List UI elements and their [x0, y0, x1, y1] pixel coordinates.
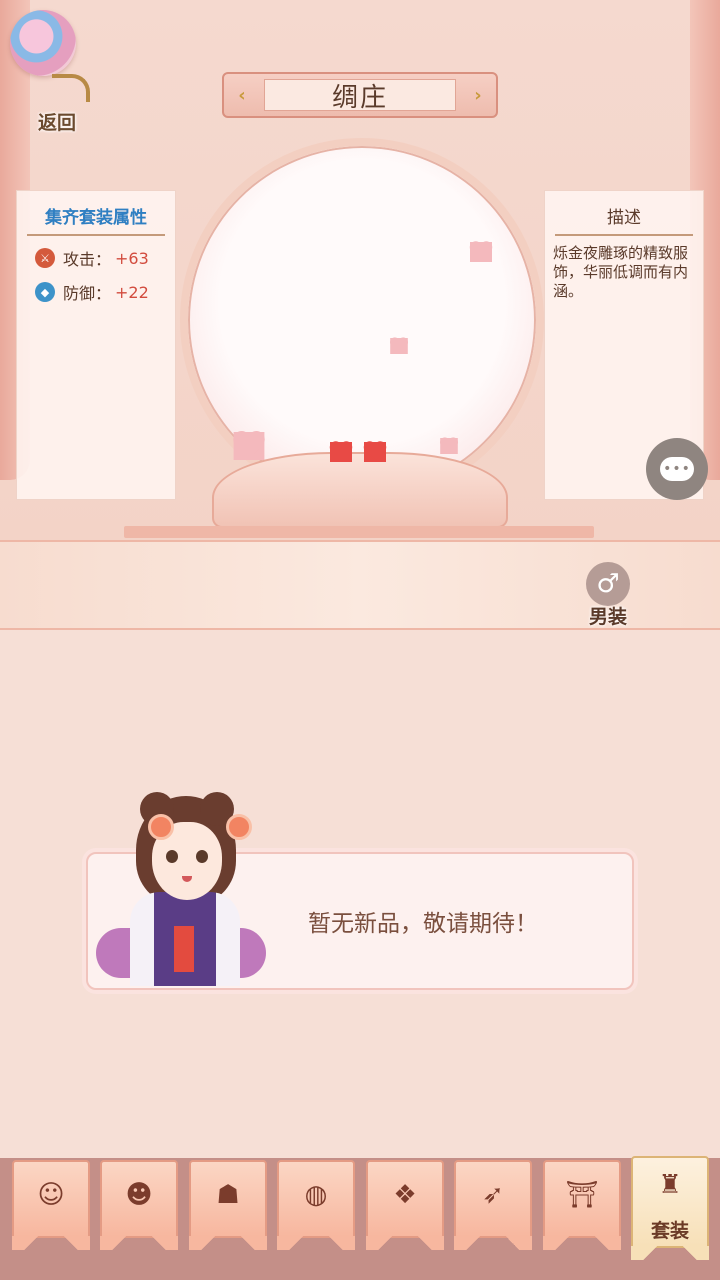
back-arrow-icon [52, 74, 90, 102]
chat-button[interactable]: ••• [646, 438, 708, 500]
attack-icon: ⚔ [35, 248, 55, 268]
tab-hairstyle[interactable]: ☺ [12, 1160, 90, 1250]
tab-earring[interactable]: ❖ [366, 1160, 444, 1250]
heart-decoration-icon [233, 432, 265, 460]
title-banner: ‹ 绸庄 › [222, 72, 498, 118]
male-outfit-label: 男装 [588, 606, 627, 628]
attack-label: 攻击： [63, 250, 112, 269]
description-title: 描述 [555, 203, 693, 236]
back-button[interactable]: 返回 [8, 10, 92, 134]
set-attributes-panel: 集齐套装属性 ⚔ 攻击： +63 ◆ 防御： +22 [16, 190, 176, 500]
clothing-icon: ☗ [216, 1180, 240, 1210]
tab-clothing[interactable]: ☗ [189, 1160, 267, 1250]
tab-temple[interactable]: ⛩ [543, 1160, 621, 1250]
heart-icon [330, 442, 352, 462]
stage-platform [124, 526, 594, 538]
back-label: 返回 [38, 112, 77, 134]
defense-label: 防御： [63, 284, 112, 303]
ornament-right-icon: › [474, 84, 482, 106]
male-outfit-toggle[interactable]: ♂ 男装 [580, 562, 636, 628]
hairstyle-icon: ☺ [37, 1180, 65, 1210]
costume-set-icon: ♜ [658, 1170, 682, 1200]
feather-icon: ➶ [482, 1180, 504, 1210]
heart-decoration-icon [390, 338, 408, 354]
description-text: 烁金夜雕琢的精致服饰，华丽低调而有内涵。 [553, 244, 689, 300]
empty-notice-text: 暂无新品，敬请期待！ [308, 911, 538, 937]
chat-icon: ••• [660, 457, 694, 481]
tab-feather[interactable]: ➶ [454, 1160, 532, 1250]
lantern-icon: ◍ [304, 1180, 328, 1210]
defense-stat: ◆ 防御： +22 [35, 280, 175, 304]
temple-icon: ⛩ [565, 1180, 599, 1210]
defense-icon: ◆ [35, 282, 55, 302]
attack-stat: ⚔ 攻击： +63 [35, 246, 175, 270]
category-tab-bar: ☺ ☻ ☗ ◍ ❖ ➶ ⛩ ♜ 套装 [0, 1156, 720, 1280]
tab-costume-set[interactable]: ♜ 套装 [631, 1156, 709, 1260]
tab-lantern[interactable]: ◍ [277, 1160, 355, 1250]
defense-value: +22 [115, 282, 149, 302]
male-symbol-icon: ♂ [586, 562, 630, 606]
page-title: 绸庄 [264, 79, 456, 113]
flower-icon [10, 10, 76, 76]
ornament-left-icon: ‹ [238, 84, 246, 106]
tab-face[interactable]: ☻ [100, 1160, 178, 1250]
attack-value: +63 [115, 248, 149, 268]
heart-icon [364, 442, 386, 462]
tab-costume-set-label: 套装 [650, 1220, 689, 1242]
face-icon: ☻ [125, 1180, 153, 1210]
heart-decoration-icon [440, 438, 458, 454]
heart-decoration-icon [470, 242, 492, 262]
shop-girl-portrait [96, 792, 266, 988]
display-mirror [180, 138, 544, 502]
earring-icon: ❖ [393, 1180, 417, 1210]
set-attributes-title: 集齐套装属性 [27, 203, 165, 236]
mirror-stand [212, 452, 508, 528]
